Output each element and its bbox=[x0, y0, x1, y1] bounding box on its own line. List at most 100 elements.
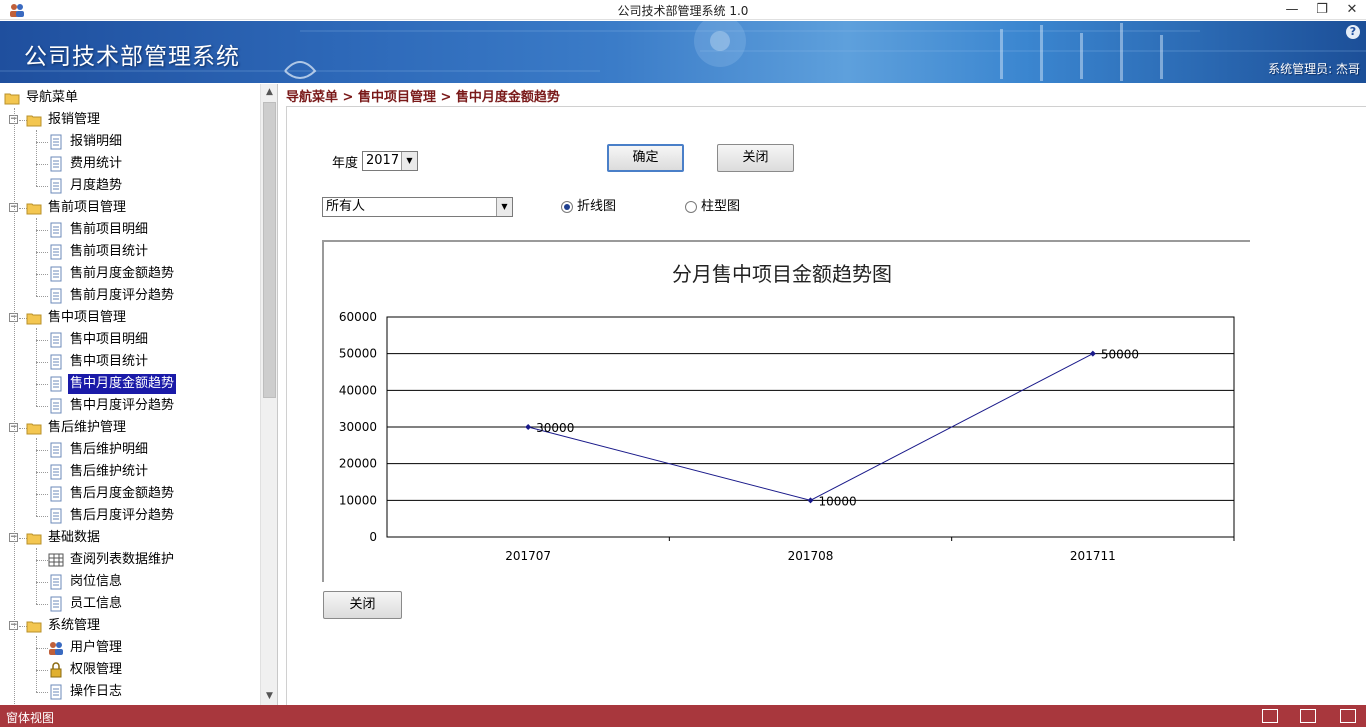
document-icon bbox=[50, 376, 62, 392]
sidebar-item[interactable]: 报销明细 bbox=[48, 132, 124, 152]
tree-connector bbox=[36, 548, 37, 604]
minimize-button[interactable]: — bbox=[1278, 0, 1306, 20]
radio-bar-chart[interactable]: 柱型图 bbox=[685, 199, 740, 215]
tree-item-label: 售前月度评分趋势 bbox=[70, 288, 175, 303]
sidebar-item[interactable]: 售中月度金额趋势 bbox=[48, 374, 177, 394]
y-tick-label: 50000 bbox=[339, 347, 377, 361]
status-bar: 窗体视图 bbox=[0, 705, 1366, 727]
users-icon bbox=[49, 642, 63, 655]
chevron-down-icon[interactable]: ▼ bbox=[401, 152, 417, 170]
tree-item-label: 售前项目管理 bbox=[48, 200, 127, 215]
tree-item-label: 售中月度金额趋势 bbox=[68, 374, 177, 394]
status-text: 窗体视图 bbox=[6, 711, 55, 725]
document-icon bbox=[50, 596, 62, 612]
tree-item-label: 基础数据 bbox=[48, 530, 101, 545]
tree-connector bbox=[36, 636, 37, 692]
x-tick-label: 201707 bbox=[505, 549, 551, 563]
folder-open-icon bbox=[26, 115, 42, 127]
sidebar-item[interactable]: 岗位信息 bbox=[48, 572, 124, 592]
scroll-up-icon[interactable]: ▲ bbox=[261, 84, 277, 101]
bottom-close-button[interactable]: 关闭 bbox=[323, 591, 402, 619]
scroll-down-icon[interactable]: ▼ bbox=[261, 688, 277, 705]
y-tick-label: 20000 bbox=[339, 457, 377, 471]
sidebar-group[interactable]: 基础数据 bbox=[26, 528, 102, 548]
sidebar-group[interactable]: 售中项目管理 bbox=[26, 308, 128, 328]
sidebar-item[interactable]: 查阅列表数据维护 bbox=[48, 550, 176, 570]
layout-view-icon[interactable] bbox=[1340, 709, 1356, 723]
tree-connector bbox=[36, 384, 48, 385]
document-icon bbox=[50, 178, 62, 194]
sidebar-group[interactable]: 报销管理 bbox=[26, 110, 102, 130]
tree-connector bbox=[36, 362, 48, 363]
year-select[interactable]: 2017 ▼ bbox=[362, 151, 418, 171]
document-icon bbox=[50, 156, 62, 172]
navigation-sidebar: 导航菜单 − 报销管理 报销明细 费用统计 月度趋势 − 售前项目管理 售前项目明细 售前项目统计… bbox=[0, 84, 278, 705]
sidebar-item[interactable]: 售后维护统计 bbox=[48, 462, 150, 482]
sidebar-item[interactable]: 操作日志 bbox=[48, 682, 124, 702]
document-icon bbox=[50, 684, 62, 700]
tree-item-label: 售后维护明细 bbox=[70, 442, 149, 457]
radio-selected-icon[interactable] bbox=[561, 200, 573, 213]
sidebar-item[interactable]: 月度趋势 bbox=[48, 176, 124, 196]
sidebar-item[interactable]: 售前项目统计 bbox=[48, 242, 150, 262]
tree-root[interactable]: 导航菜单 bbox=[4, 88, 80, 108]
tree-item-label: 售后维护统计 bbox=[70, 464, 149, 479]
tree-connector bbox=[36, 340, 48, 341]
close-window-button[interactable]: ✕ bbox=[1338, 0, 1366, 20]
tree-item-label: 售前项目统计 bbox=[70, 244, 149, 259]
folder-open-icon bbox=[26, 621, 42, 633]
sidebar-group[interactable]: 系统管理 bbox=[26, 616, 102, 636]
document-icon bbox=[50, 486, 62, 502]
sidebar-item[interactable]: 权限管理 bbox=[48, 660, 124, 680]
tree-connector bbox=[14, 108, 15, 704]
close-button[interactable]: 关闭 bbox=[717, 144, 794, 172]
radio-line-label: 折线图 bbox=[577, 199, 617, 214]
tree-connector bbox=[36, 438, 37, 516]
sidebar-group[interactable]: 售前项目管理 bbox=[26, 198, 128, 218]
tree-item-label: 查阅列表数据维护 bbox=[70, 552, 175, 567]
sidebar-item[interactable]: 售后月度评分趋势 bbox=[48, 506, 176, 526]
sidebar-item[interactable]: 售后维护明细 bbox=[48, 440, 150, 460]
tree-connector bbox=[36, 274, 48, 275]
data-label: 10000 bbox=[819, 494, 857, 508]
current-user: 系统管理员: 杰哥 bbox=[1268, 62, 1360, 76]
sidebar-item[interactable]: 售前月度评分趋势 bbox=[48, 286, 176, 306]
document-icon bbox=[50, 398, 62, 414]
tree-connector bbox=[36, 230, 48, 231]
sidebar-item[interactable]: 售前月度金额趋势 bbox=[48, 264, 176, 284]
help-icon[interactable]: ? bbox=[1346, 25, 1360, 39]
folder-open-icon bbox=[26, 423, 42, 435]
tree-connector bbox=[36, 670, 48, 671]
tree-connector bbox=[36, 328, 37, 406]
x-tick-label: 201711 bbox=[1070, 549, 1116, 563]
restore-button[interactable]: ❐ bbox=[1308, 0, 1336, 20]
chevron-down-icon[interactable]: ▼ bbox=[496, 198, 512, 216]
sidebar-item[interactable]: 售中项目明细 bbox=[48, 330, 150, 350]
form-view-icon[interactable] bbox=[1262, 709, 1278, 723]
tree-connector bbox=[36, 406, 48, 407]
sidebar-item[interactable]: 售前项目明细 bbox=[48, 220, 150, 240]
document-icon bbox=[50, 134, 62, 150]
breadcrumb: 导航菜单 > 售中项目管理 > 售中月度金额趋势 bbox=[286, 90, 560, 105]
radio-unselected-icon[interactable] bbox=[685, 200, 697, 213]
radio-line-chart[interactable]: 折线图 bbox=[561, 199, 616, 215]
sidebar-item[interactable]: 员工信息 bbox=[48, 594, 124, 614]
sidebar-item[interactable]: 售后月度金额趋势 bbox=[48, 484, 176, 504]
line-chart: 分月售中项目金额趋势图 0 10000 20000 30000 40000 50000 600… bbox=[339, 262, 1235, 563]
person-select[interactable]: 所有人 ▼ bbox=[322, 197, 513, 217]
data-label: 50000 bbox=[1101, 348, 1139, 362]
folder-open-icon bbox=[26, 533, 42, 545]
tree-connector bbox=[36, 296, 48, 297]
header-banner: 公司技术部管理系统 ? 系统管理员: 杰哥 bbox=[0, 21, 1366, 83]
confirm-button[interactable]: 确定 bbox=[607, 144, 684, 172]
sidebar-item[interactable]: 费用统计 bbox=[48, 154, 124, 174]
sidebar-item[interactable]: 售中项目统计 bbox=[48, 352, 150, 372]
sidebar-scrollbar[interactable]: ▲ ▼ bbox=[260, 84, 277, 705]
datasheet-view-icon[interactable] bbox=[1300, 709, 1316, 723]
scrollbar-thumb[interactable] bbox=[263, 102, 276, 398]
sidebar-item[interactable]: 用户管理 bbox=[48, 638, 124, 658]
sidebar-group[interactable]: 售后维护管理 bbox=[26, 418, 128, 438]
window-titlebar: 公司技术部管理系统 1.0 — ❐ ✕ bbox=[0, 0, 1366, 20]
sidebar-item[interactable]: 售中月度评分趋势 bbox=[48, 396, 176, 416]
tree-connector bbox=[36, 450, 48, 451]
